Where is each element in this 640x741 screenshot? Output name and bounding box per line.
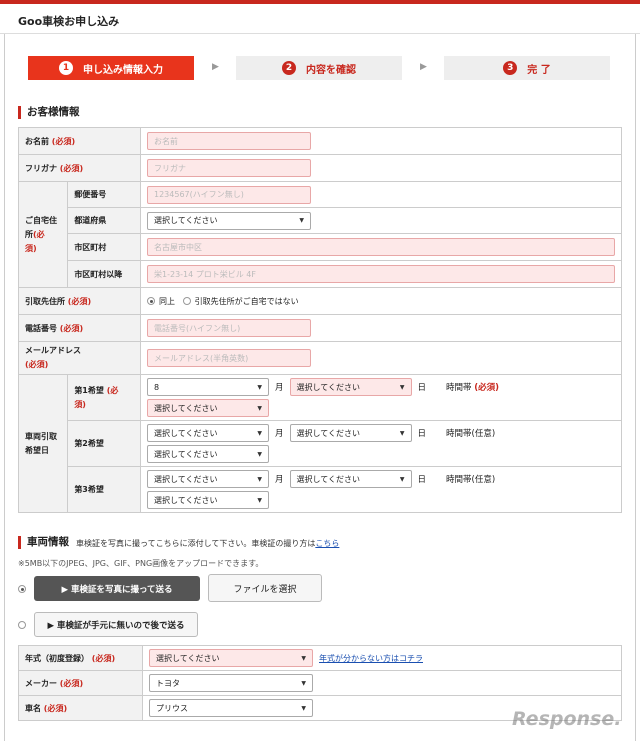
chevron-down-icon: ▼ <box>299 217 304 224</box>
pickup-other-radio[interactable] <box>182 297 191 305</box>
chevron-down-icon: ▼ <box>257 429 262 437</box>
chevron-down-icon: ▼ <box>399 429 405 437</box>
street-label: 市区町村以降 <box>67 260 141 288</box>
first-time-label: 時間帯 (必須) <box>446 383 500 393</box>
step-label: 完 了 <box>527 64 551 76</box>
pickup-address-label: 引取先住所 (必須) <box>18 287 141 315</box>
step-confirm: 2 内容を確認 <box>236 56 402 80</box>
progress-steps: 1 申し込み情報入力 ▶ 2 内容を確認 ▶ 3 完 了 <box>28 56 610 80</box>
page-header: Goo車検お申し込み <box>0 0 640 34</box>
day-unit: 日 <box>417 383 427 393</box>
first-choice-label: 第1希望 (必 須) <box>67 374 141 421</box>
watermark-logo: Response. <box>512 708 622 730</box>
prefecture-label: 都道府県 <box>67 207 141 234</box>
step-label: 申し込み情報入力 <box>83 64 163 76</box>
model-select[interactable]: プリウス ▼ <box>149 699 313 717</box>
furigana-input[interactable]: フリガナ <box>147 159 311 177</box>
step-complete: 3 完 了 <box>444 56 610 80</box>
third-month-select[interactable]: 選択してください ▼ <box>147 470 269 488</box>
how-to-link[interactable]: こちら <box>315 539 339 548</box>
city-input[interactable]: 名古屋市中区 <box>147 238 615 256</box>
postal-code-input[interactable]: 1234567(ハイフン無し) <box>147 185 311 204</box>
pickup-date-label: 車両引取 希望日 <box>17 374 69 513</box>
pickup-other-label: 引取先住所がご自宅ではない <box>194 296 299 306</box>
second-time-label: 時間帯(任意) <box>446 429 496 439</box>
vehicle-description: 車検証を写真に撮ってこちらに添付して下さい。車検証の撮り方はこちら <box>76 539 340 548</box>
email-label: メールアドレス (必須) <box>18 341 141 375</box>
later-radio[interactable] <box>18 621 26 629</box>
prefecture-select[interactable]: 選択してください ▼ <box>147 211 311 230</box>
step-arrow-icon: ▶ <box>420 62 427 72</box>
photo-radio[interactable] <box>18 585 26 593</box>
file-select-button[interactable]: ファイルを選択 <box>208 574 322 602</box>
city-label: 市区町村 <box>67 233 141 261</box>
photo-upload-button[interactable]: ▶ 車検証を写真に撮って送る <box>34 576 200 601</box>
second-day-select[interactable]: 選択してください ▼ <box>289 424 412 442</box>
chevron-down-icon: ▼ <box>257 475 262 483</box>
step-number: 2 <box>282 61 296 75</box>
step-arrow-icon: ▶ <box>212 62 219 72</box>
month-unit: 月 <box>275 475 284 485</box>
third-choice-label: 第3希望 <box>67 466 141 513</box>
third-day-select[interactable]: 選択してください ▼ <box>289 470 412 488</box>
step-label: 内容を確認 <box>306 64 356 76</box>
chevron-down-icon: ▼ <box>399 475 405 483</box>
chevron-down-icon: ▼ <box>301 679 306 687</box>
step-number: 1 <box>59 61 73 75</box>
first-time-select[interactable]: 選択してください ▼ <box>147 399 269 417</box>
name-label: お名前 (必須) <box>18 127 141 155</box>
email-input[interactable]: メールアドレス(半角英数) <box>147 349 311 367</box>
chevron-down-icon: ▼ <box>257 404 262 412</box>
name-input[interactable]: お名前 <box>147 132 311 150</box>
upload-note: ※5MB以下のJPEG、JPG、GIF、PNG画像をアップロードできます。 <box>18 559 264 568</box>
model-label: 車名 (必須) <box>18 695 143 721</box>
chevron-down-icon: ▼ <box>301 654 306 662</box>
first-day-select[interactable]: 選択してください ▼ <box>289 378 412 396</box>
third-time-label: 時間帯(任意) <box>446 475 496 485</box>
street-input[interactable]: 栄1-23-14 プロト栄ビル 4F <box>147 265 615 283</box>
chevron-down-icon: ▼ <box>257 496 262 504</box>
chevron-down-icon: ▼ <box>301 704 306 712</box>
step-input: 1 申し込み情報入力 <box>28 56 194 80</box>
day-unit: 日 <box>417 475 427 485</box>
chevron-down-icon: ▼ <box>399 383 405 391</box>
phone-input[interactable]: 電話番号(ハイフン無し) <box>147 319 311 337</box>
second-choice-label: 第2希望 <box>67 420 141 467</box>
month-unit: 月 <box>275 383 284 393</box>
address-label: ご自宅住所(必 須) <box>17 181 69 288</box>
customer-section-title: お客様情報 <box>18 106 80 119</box>
pickup-same-radio[interactable] <box>147 297 155 305</box>
furigana-label: フリガナ (必須) <box>18 154 141 182</box>
maker-select[interactable]: トヨタ ▼ <box>149 674 313 692</box>
chevron-down-icon: ▼ <box>257 450 262 458</box>
pickup-same-label: 同上 <box>159 296 175 306</box>
second-time-select[interactable]: 選択してください ▼ <box>147 445 269 463</box>
postal-label: 郵便番号 <box>67 181 141 208</box>
customer-form: お名前 (必須) お名前 フリガナ (必須) フリガナ ご自宅住所(必 須) 郵便… <box>17 127 622 513</box>
send-later-button[interactable]: ▶ 車検証が手元に無いので後で送る <box>34 612 198 637</box>
chevron-down-icon: ▼ <box>257 383 262 391</box>
maker-label: メーカー (必須) <box>18 670 143 696</box>
vehicle-section-title: 車両情報 <box>18 536 69 549</box>
page-title: Goo車検お申し込み <box>18 15 120 28</box>
third-time-select[interactable]: 選択してください ▼ <box>147 491 269 509</box>
day-unit: 日 <box>417 429 427 439</box>
year-help-link[interactable]: 年式が分からない方はコチラ <box>319 653 423 664</box>
month-unit: 月 <box>275 429 284 439</box>
step-number: 3 <box>503 61 518 75</box>
year-label: 年式（初度登録） (必須) <box>18 645 143 671</box>
phone-label: 電話番号 (必須) <box>18 314 141 342</box>
second-month-select[interactable]: 選択してください ▼ <box>147 424 269 442</box>
first-month-select[interactable]: 8 ▼ <box>147 378 269 396</box>
year-select[interactable]: 選択してください ▼ <box>149 649 313 667</box>
